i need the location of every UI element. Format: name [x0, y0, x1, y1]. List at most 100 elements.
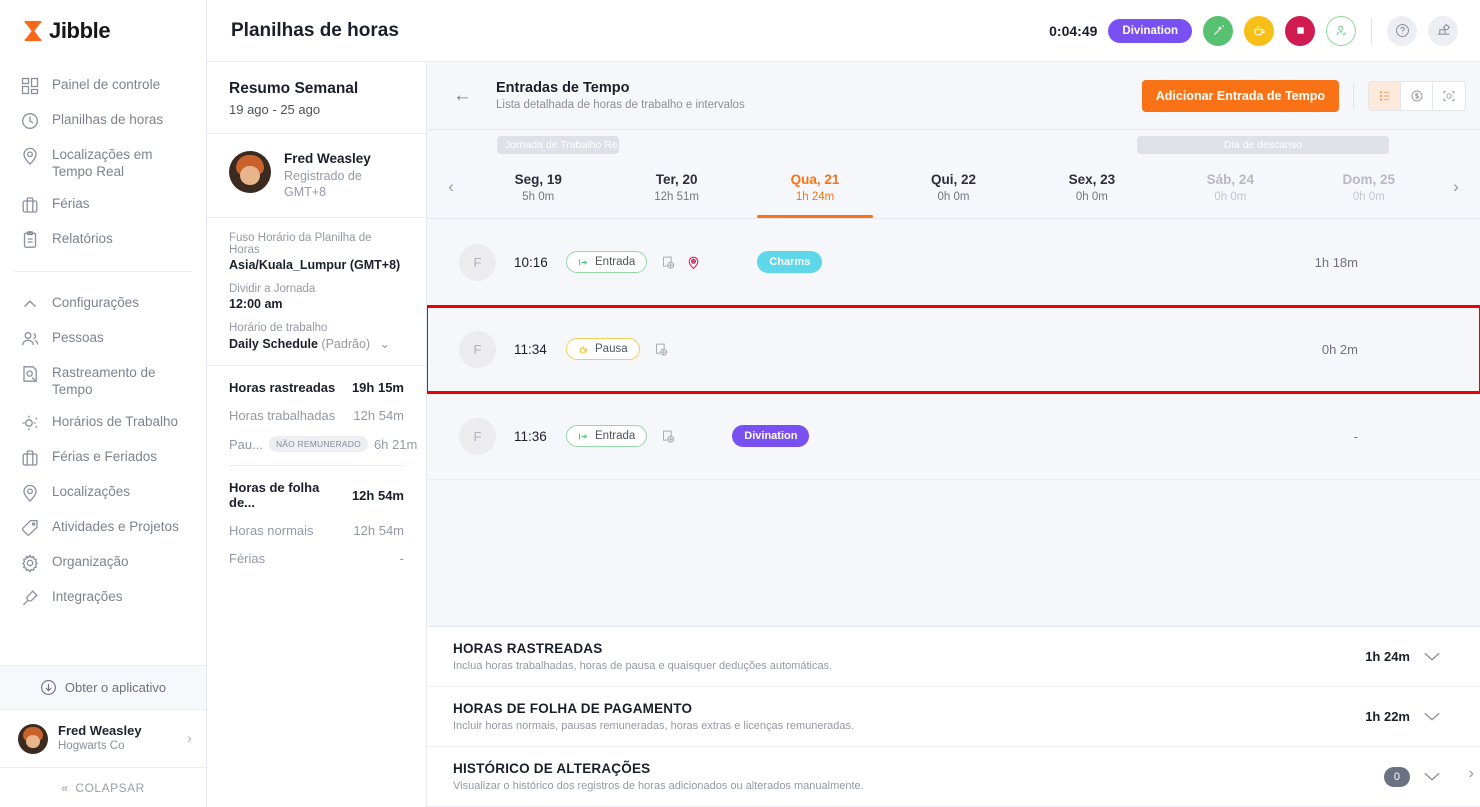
meta-value: 12:00 am — [229, 297, 283, 311]
collapse-sidebar-button[interactable]: « COLAPSAR — [0, 767, 206, 807]
sidebar-item-pessoas[interactable]: Pessoas — [0, 321, 206, 356]
view-toggle-group — [1368, 80, 1466, 111]
avatar — [229, 151, 271, 193]
chevron-down-icon[interactable] — [1410, 771, 1454, 782]
section-subtitle: Incluir horas normais, pausas remunerada… — [453, 720, 855, 732]
sidebar-item-integracoes[interactable]: Integrações — [0, 580, 206, 615]
sidebar-divider — [14, 271, 192, 272]
day-tabs: ‹ Seg, 19 5h 0m Ter, 20 12h 51m Qua, 21 … — [427, 156, 1480, 218]
sidebar-item-planilhas-de-horas[interactable]: Planilhas de horas — [0, 103, 206, 138]
help-icon[interactable] — [1387, 15, 1417, 46]
snapshot-view-button[interactable] — [1433, 82, 1465, 110]
day-tab-sex-23[interactable]: Sex, 23 0h 0m — [1023, 156, 1161, 218]
day-tab-qua-21[interactable]: Qua, 21 1h 24m — [746, 156, 884, 218]
next-week-button[interactable]: › — [1438, 177, 1474, 197]
day-name: Seg, 19 — [514, 171, 562, 187]
table-row[interactable]: F 10:16 Entrada Charms 1h 18m — [427, 219, 1480, 306]
avatar: F — [459, 417, 496, 455]
schedule-selector[interactable]: Daily Schedule (Padrão) ⌄ — [229, 336, 404, 351]
section-subtitle: Visualizar o histórico dos registros de … — [453, 780, 864, 792]
stat-value: 12h 54m — [351, 487, 404, 503]
plug-icon — [20, 588, 40, 608]
add-time-entry-button[interactable]: Adicionar Entrada de Tempo — [1141, 79, 1339, 112]
section-horas-de-folha-de-pagamento[interactable]: HORAS DE FOLHA DE PAGAMENTO Incluir hora… — [427, 687, 1480, 747]
logo[interactable]: Jibble — [0, 0, 206, 62]
summary-meta: Fuso Horário da Planilha de Horas Asia/K… — [207, 218, 426, 366]
activity-tag[interactable]: Divination — [732, 425, 810, 447]
break-button[interactable] — [1244, 15, 1274, 46]
day-tab-ter-20[interactable]: Ter, 20 12h 51m — [607, 156, 745, 218]
sidebar-item-label: Organização — [52, 554, 129, 569]
clock-in-others-button[interactable] — [1326, 15, 1356, 46]
chevron-double-left-icon: « — [61, 780, 69, 795]
section-horas-rastreadas[interactable]: HORAS RASTREADAS Inclua horas trabalhada… — [427, 627, 1480, 687]
table-row[interactable]: F 11:36 Entrada Divination - — [427, 393, 1480, 480]
section-historico-de-alteracoes[interactable]: HISTÓRICO DE ALTERAÇÕES Visualizar o his… — [427, 747, 1480, 807]
day-tab-sab-24[interactable]: Sáb, 24 0h 0m — [1161, 156, 1299, 218]
note-icon[interactable] — [661, 255, 676, 270]
sidebar-item-localizacoes-em-tempo-real[interactable]: Localizações em Tempo Real — [0, 138, 206, 187]
sidebar-item-ferias-e-feriados[interactable]: Férias e Feriados — [0, 440, 206, 475]
note-icon[interactable] — [661, 429, 676, 444]
stat-label: Horas trabalhadas — [229, 408, 336, 423]
section-value: 1h 22m — [1365, 709, 1410, 724]
entry-type-chip[interactable]: Entrada — [566, 251, 648, 273]
entry-duration: - — [1353, 428, 1358, 444]
people-icon — [20, 329, 40, 349]
sidebar-item-localizacoes[interactable]: Localizações — [0, 475, 206, 510]
entry-activity: Divination — [732, 425, 810, 447]
sidebar-item-configuracoes[interactable]: Configurações — [0, 286, 206, 321]
summary-stats: Horas rastreadas 19h 15m Horas trabalhad… — [207, 366, 426, 579]
back-button[interactable]: ← — [453, 85, 472, 107]
jibble-logo-icon — [24, 20, 42, 42]
geo-pin-icon[interactable] — [686, 255, 701, 270]
sidebar-item-painel-de-controle[interactable]: Painel de controle — [0, 68, 206, 103]
cost-view-button[interactable] — [1401, 81, 1433, 110]
stop-square-icon — [1296, 27, 1304, 34]
chevron-down-icon[interactable] — [1410, 711, 1454, 722]
sidebar-user[interactable]: Fred Weasley Hogwarts Co › — [0, 709, 206, 767]
list-view-button[interactable] — [1369, 81, 1401, 110]
stat-row: Horas rastreadas 19h 15m — [229, 380, 404, 395]
note-icon[interactable] — [654, 342, 669, 357]
entry-type-label: Pausa — [595, 343, 628, 355]
previous-week-button[interactable]: ‹ — [433, 177, 469, 197]
expand-panel-button[interactable]: › — [1469, 765, 1474, 783]
chevron-right-icon: › — [187, 730, 192, 747]
sidebar-item-horarios-de-trabalho[interactable]: Horários de Trabalho — [0, 405, 206, 440]
get-app-button[interactable]: Obter o aplicativo — [0, 665, 206, 709]
clock-in-icon — [579, 433, 588, 439]
section-title: HORAS RASTREADAS — [453, 641, 603, 656]
activity-tag[interactable]: Charms — [757, 251, 823, 273]
sidebar-item-relatorios[interactable]: Relatórios — [0, 222, 206, 257]
day-name: Qua, 21 — [790, 171, 840, 187]
stop-button[interactable] — [1285, 15, 1315, 46]
day-name: Sex, 23 — [1068, 171, 1116, 187]
main: Resumo Semanal 19 ago - 25 ago Fred Weas… — [207, 62, 1480, 807]
day-tab-seg-19[interactable]: Seg, 19 5h 0m — [469, 156, 607, 218]
sidebar-item-rastreamento-de-tempo[interactable]: Rastreamento de Tempo — [0, 356, 206, 405]
entry-duration: 0h 2m — [1321, 341, 1358, 357]
start-tracking-button[interactable] — [1203, 15, 1233, 46]
entry-type-chip[interactable]: Pausa — [566, 338, 640, 360]
sidebar-item-organizacao[interactable]: Organização — [0, 545, 206, 580]
page-title: Planilhas de horas — [231, 19, 399, 41]
sidebar-item-label: Horários de Trabalho — [52, 414, 179, 429]
table-row[interactable]: F 11:34 Pausa 0h 2m — [427, 306, 1480, 393]
section-subtitle: Inclua horas trabalhadas, horas de pausa… — [453, 660, 833, 672]
entry-time: 11:36 — [514, 428, 547, 444]
sidebar-item-ferias[interactable]: Férias — [0, 187, 206, 222]
coffee-cup-icon — [1253, 26, 1265, 36]
section-title: HORAS DE FOLHA DE PAGAMENTO — [453, 701, 693, 716]
announcement-icon[interactable] — [1428, 15, 1458, 46]
day-tab-dom-25[interactable]: Dom, 25 0h 0m — [1300, 156, 1438, 218]
sidebar-item-label: Atividades e Projetos — [52, 519, 179, 534]
avatar: F — [459, 330, 496, 368]
current-activity-pill[interactable]: Divination — [1108, 18, 1192, 43]
day-tab-qui-22[interactable]: Qui, 22 0h 0m — [884, 156, 1022, 218]
day-name: Qui, 22 — [930, 171, 976, 187]
chevron-down-icon[interactable] — [1410, 651, 1454, 662]
stat-row: Horas de folha de... 12h 54m — [229, 480, 404, 510]
entry-type-chip[interactable]: Entrada — [566, 425, 648, 447]
sidebar-item-atividades-e-projetos[interactable]: Atividades e Projetos — [0, 510, 206, 545]
